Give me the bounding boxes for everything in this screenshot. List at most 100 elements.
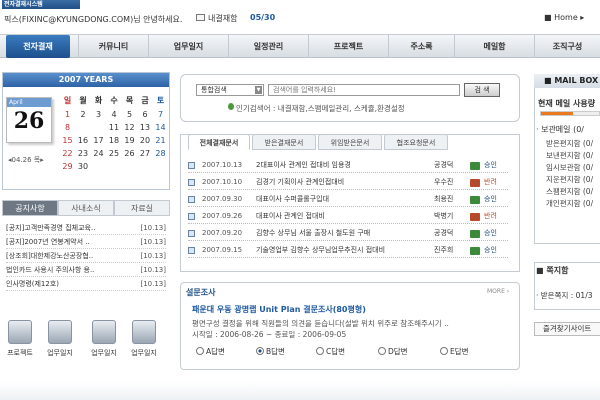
nav-item-organization[interactable]: 조직구성 bbox=[534, 35, 600, 58]
calendar-day[interactable]: 1 bbox=[60, 110, 75, 119]
doc-row[interactable]: 2007.10.13 2대표이사 관계인 접대비 임용경 공경덕 승인 bbox=[188, 158, 508, 173]
doc-title[interactable]: 김경기 기획이사 관계인접대비 bbox=[256, 175, 344, 190]
calendar-day[interactable]: 15 bbox=[60, 136, 75, 145]
doc-row[interactable]: 2007.09.30 대표이사 수퍼콜롤구입대 최용진 승인 bbox=[188, 192, 508, 207]
logo[interactable]: 전자결재시스템 bbox=[2, 0, 80, 9]
doc-row[interactable]: 2007.10.10 김경기 기획이사 관계인접대비 우수진 반려 bbox=[188, 175, 508, 190]
survey-option-d[interactable]: D답변 bbox=[378, 346, 408, 357]
doc-row[interactable]: 2007.09.15 기술영업부 김향수 상무님업무추진시 접대비 진주희 승인 bbox=[188, 243, 508, 258]
calendar-day[interactable]: 30 bbox=[76, 162, 91, 171]
calendar-year-title: 2007 YEARS bbox=[3, 73, 169, 87]
calendar-day[interactable]: 21 bbox=[153, 136, 168, 145]
nav-item-schedule[interactable]: 일정관리 bbox=[228, 35, 308, 58]
nav-item-worklog[interactable]: 업무일지 bbox=[148, 35, 228, 58]
tab-notice[interactable]: 공지사항 bbox=[2, 200, 58, 216]
tab-company-news[interactable]: 사내소식 bbox=[58, 200, 114, 216]
tab-all-docs[interactable]: 전체결재문서 bbox=[188, 134, 250, 150]
calendar-day[interactable]: 5 bbox=[122, 110, 137, 119]
calendar-day[interactable]: 7 bbox=[153, 110, 168, 119]
popular-keywords[interactable]: 인기검색어 : 내결재함,스팸메일관리, 스케쥴,환경설정 bbox=[236, 103, 405, 114]
film-icon bbox=[132, 320, 156, 344]
tab-received-docs[interactable]: 받은결재문서 bbox=[252, 134, 316, 150]
calendar-day[interactable]: 14 bbox=[153, 123, 168, 132]
search-button[interactable]: 검 색 bbox=[464, 83, 500, 97]
tab-archive[interactable]: 자료실 bbox=[114, 200, 170, 216]
survey-title[interactable]: 패운대 우동 광명랩 Unit Plan 결문조사(80평형) bbox=[192, 304, 366, 315]
doc-date: 2007.09.26 bbox=[202, 212, 243, 220]
radio-icon[interactable] bbox=[440, 347, 448, 355]
mailbox-item[interactable]: 스팸편지함 (0/ bbox=[546, 186, 593, 197]
mailbox-item[interactable]: 개인편지함 (0/ bbox=[546, 198, 593, 209]
mailbox-item[interactable]: 받은편지함 (0/ bbox=[546, 138, 593, 149]
nav-item-approval[interactable]: 전자결재 bbox=[6, 35, 70, 58]
calendar-day[interactable]: 8 bbox=[60, 123, 75, 132]
calendar-day[interactable]: 27 bbox=[138, 149, 153, 158]
calendar-day[interactable]: 28 bbox=[153, 149, 168, 158]
date-day: 26 bbox=[13, 108, 45, 134]
calendar-day[interactable]: 24 bbox=[91, 149, 106, 158]
doc-title[interactable]: 대표이사 수퍼콜롤구입대 bbox=[256, 192, 329, 207]
tab-delegated-docs[interactable]: 위임받은문서 bbox=[318, 134, 382, 150]
doc-title[interactable]: 2대표이사 관계인 접대비 임용경 bbox=[256, 158, 351, 173]
calendar-day[interactable]: 20 bbox=[138, 136, 153, 145]
calendar-day[interactable]: 18 bbox=[107, 136, 122, 145]
nav-item-addressbook[interactable]: 주소록 bbox=[388, 35, 454, 58]
mailbox-item[interactable]: 보낸편지함 (0/ bbox=[546, 150, 593, 161]
calendar-day[interactable]: 3 bbox=[91, 110, 106, 119]
calendar-day[interactable]: 19 bbox=[122, 136, 137, 145]
nav-item-project[interactable]: 프로젝트 bbox=[308, 35, 388, 58]
calendar-day[interactable]: 2 bbox=[76, 110, 91, 119]
calendar-day[interactable]: 4 bbox=[107, 110, 122, 119]
calendar-day[interactable]: 29 bbox=[60, 162, 75, 171]
calendar-day[interactable]: 26 bbox=[122, 149, 137, 158]
app-worklog-1[interactable]: 업무일지 bbox=[44, 320, 76, 358]
survey-option-e[interactable]: E답변 bbox=[440, 346, 469, 357]
received-notes[interactable]: · 받은쪽지 : 01/3 bbox=[536, 290, 593, 301]
calendar-day[interactable]: 23 bbox=[76, 149, 91, 158]
doc-title[interactable]: 대표이사 관계인 접대비 bbox=[256, 209, 325, 224]
survey-option-c[interactable]: C답변 bbox=[316, 346, 345, 357]
notice-row[interactable]: [공지]2007년 연봉계약서 .. [10.13] bbox=[6, 236, 166, 249]
search-input[interactable] bbox=[268, 84, 460, 96]
nav-item-community[interactable]: 커뮤니티 bbox=[78, 35, 148, 58]
survey-option-b[interactable]: B답변 bbox=[256, 346, 285, 357]
mailbox-item[interactable]: 임시보관함 (0/ bbox=[546, 162, 593, 173]
option-label: C답변 bbox=[326, 347, 346, 356]
app-worklog-2[interactable]: 업무일지 bbox=[88, 320, 120, 358]
doc-row[interactable]: 2007.09.20 김향수 상무님 서울 출장시 철도원 구매 공경덕 승인 bbox=[188, 226, 508, 241]
doc-title[interactable]: 기술영업부 김향수 상무님업무추진시 접대비 bbox=[256, 243, 385, 258]
calendar-day[interactable]: 16 bbox=[76, 136, 91, 145]
app-project[interactable]: 프로젝트 bbox=[4, 320, 36, 358]
doc-title[interactable]: 김향수 상무님 서울 출장시 철도원 구매 bbox=[256, 226, 370, 241]
calendar-day[interactable]: 6 bbox=[138, 110, 153, 119]
calendar-day[interactable]: 22 bbox=[60, 149, 75, 158]
radio-icon[interactable] bbox=[256, 347, 264, 355]
saved-mail-header[interactable]: · 보관메일 (0/ bbox=[536, 124, 584, 135]
doc-row[interactable]: 2007.09.26 대표이사 관계인 접대비 박병기 반려 bbox=[188, 209, 508, 224]
radio-icon[interactable] bbox=[196, 347, 204, 355]
chevron-down-icon[interactable]: ▼ bbox=[255, 86, 262, 94]
radio-icon[interactable] bbox=[378, 347, 386, 355]
search-scope-select[interactable]: 통합검색 bbox=[196, 84, 264, 96]
notice-row[interactable]: [공지]고객만족경영 집체교육.. [10.13] bbox=[6, 222, 166, 235]
notice-row[interactable]: 인사명령(제12호) [10.13] bbox=[6, 278, 166, 291]
document-icon bbox=[188, 247, 195, 254]
calendar-day[interactable]: 13 bbox=[138, 123, 153, 132]
radio-icon[interactable] bbox=[316, 347, 324, 355]
notice-row[interactable]: [상조회]대한제강노산공장협.. [10.13] bbox=[6, 250, 166, 263]
calendar-day[interactable]: 11 bbox=[107, 123, 122, 132]
calendar-day[interactable]: 17 bbox=[91, 136, 106, 145]
survey-option-a[interactable]: A답변 bbox=[196, 346, 225, 357]
calendar-day[interactable]: 25 bbox=[107, 149, 122, 158]
tab-cooperation-docs[interactable]: 협조요청문서 bbox=[384, 134, 448, 150]
survey-more-link[interactable]: MORE › bbox=[487, 288, 509, 295]
favorites-select[interactable]: 즐겨찾기사이트 bbox=[534, 322, 600, 336]
my-approval-link[interactable]: 내결재함 bbox=[208, 13, 237, 24]
calendar-day[interactable]: 12 bbox=[122, 123, 137, 132]
notice-row[interactable]: 법인카드 사용시 주의사항 용.. [10.13] bbox=[6, 264, 166, 277]
mailbox-item[interactable]: 지운편지함 (0/ bbox=[546, 174, 593, 185]
nav-item-mailbox[interactable]: 메일함 bbox=[454, 35, 534, 58]
app-worklog-3[interactable]: 업무일지 bbox=[128, 320, 160, 358]
home-link[interactable]: ■ Home ▸ bbox=[544, 13, 584, 22]
date-badge[interactable]: ◂04.26 목▸ bbox=[6, 154, 52, 166]
